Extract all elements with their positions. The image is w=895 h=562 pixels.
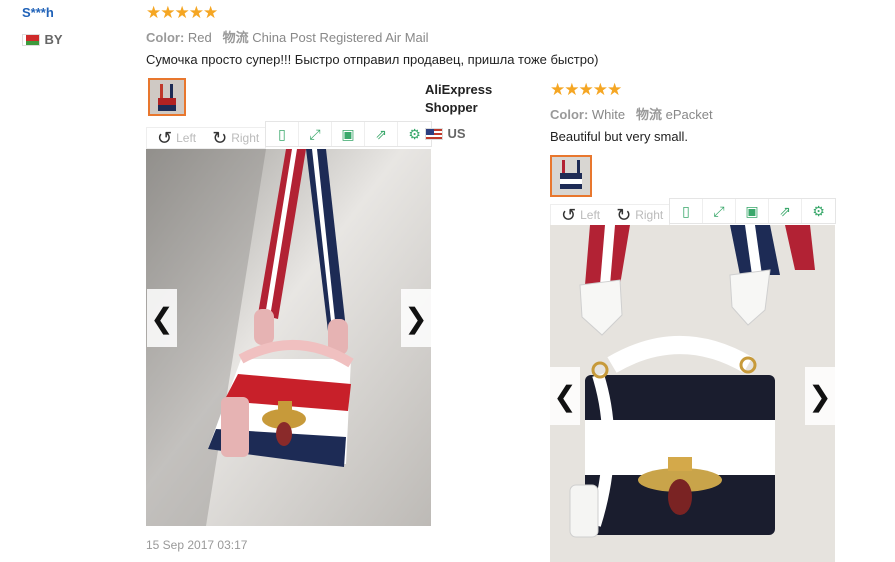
reviewer-name-line1: AliExpress xyxy=(425,82,493,97)
red-bag-photo xyxy=(146,149,431,526)
shipping-value-2: ePacket xyxy=(665,107,713,122)
reviewer-name-line2: Shopper xyxy=(425,100,478,115)
review-text: Сумочка просто супер!!! Быстро отправил … xyxy=(146,52,599,67)
review-photo xyxy=(146,149,431,526)
reviewer-country: BY xyxy=(22,31,63,49)
review-meta-2: Color: White 物流 ePacket xyxy=(550,104,713,123)
reviewer-name-2[interactable]: AliExpress Shopper xyxy=(425,81,492,117)
rotate-right-button[interactable]: Right xyxy=(231,131,259,145)
rotate-left-icon[interactable]: ↺ xyxy=(561,206,576,224)
shipping-label-2: 物流 xyxy=(635,107,662,122)
chevron-right-icon: ❯ xyxy=(404,302,428,334)
fullscreen-icon[interactable]: ⤢ xyxy=(703,199,736,223)
share-icon[interactable]: ⇗ xyxy=(769,199,802,223)
belarus-flag-icon xyxy=(22,33,40,46)
reviewer-name[interactable]: S***h xyxy=(22,5,54,20)
review-photo-thumbnail[interactable] xyxy=(148,78,186,116)
rotate-left-icon[interactable]: ↺ xyxy=(157,129,172,147)
review-meta: Color: Red 物流 China Post Registered Air … xyxy=(146,27,429,46)
rotate-right-icon[interactable]: ↻ xyxy=(616,206,631,224)
chevron-left-icon: ❮ xyxy=(150,302,174,334)
previous-photo-button-2[interactable]: ❮ xyxy=(550,367,580,425)
shipping-value: China Post Registered Air Mail xyxy=(252,30,429,45)
image-toolbar: ▯ ⤢ ▣ ⇗ ⚙ xyxy=(265,121,432,147)
chevron-left-icon: ❮ xyxy=(553,380,577,412)
rotate-right-icon[interactable]: ↻ xyxy=(212,129,227,147)
rotate-left-button[interactable]: Left xyxy=(580,208,600,222)
save-icon[interactable]: ▣ xyxy=(736,199,769,223)
previous-photo-button[interactable]: ❮ xyxy=(147,289,177,347)
chevron-right-icon: ❯ xyxy=(808,380,832,412)
settings-icon[interactable]: ⚙ xyxy=(802,199,835,223)
save-icon[interactable]: ▣ xyxy=(332,122,365,146)
fullscreen-icon[interactable]: ⤢ xyxy=(299,122,332,146)
fit-page-icon[interactable]: ▯ xyxy=(266,122,299,146)
rotate-controls-2: ↺ Left ↻ Right xyxy=(550,204,670,226)
color-label: Color: xyxy=(146,30,185,45)
review-photo-2 xyxy=(550,225,835,562)
reviewer-country-2: US xyxy=(425,125,466,143)
color-label-2: Color: xyxy=(550,107,589,122)
rotate-controls: ↺ Left ↻ Right xyxy=(146,127,266,149)
country-code: BY xyxy=(44,32,63,47)
review-date: 15 Sep 2017 03:17 xyxy=(146,538,248,552)
rotate-left-button[interactable]: Left xyxy=(176,131,196,145)
color-value-2: White xyxy=(591,107,626,122)
rotate-right-button[interactable]: Right xyxy=(635,208,663,222)
fit-page-icon[interactable]: ▯ xyxy=(670,199,703,223)
next-photo-button-2[interactable]: ❯ xyxy=(805,367,835,425)
shipping-label: 物流 xyxy=(222,30,249,45)
country-code-2: US xyxy=(447,126,466,141)
star-rating-2: ★★★★★ xyxy=(550,80,622,99)
white-bag-photo xyxy=(550,225,835,562)
share-icon[interactable]: ⇗ xyxy=(365,122,398,146)
star-rating: ★★★★★ xyxy=(146,3,218,22)
next-photo-button[interactable]: ❯ xyxy=(401,289,431,347)
us-flag-icon xyxy=(425,127,443,140)
review-photo-thumbnail-2[interactable] xyxy=(550,155,592,197)
image-toolbar-2: ▯ ⤢ ▣ ⇗ ⚙ xyxy=(669,198,836,224)
review-text-2: Beautiful but very small. xyxy=(550,129,689,144)
color-value: Red xyxy=(187,30,212,45)
